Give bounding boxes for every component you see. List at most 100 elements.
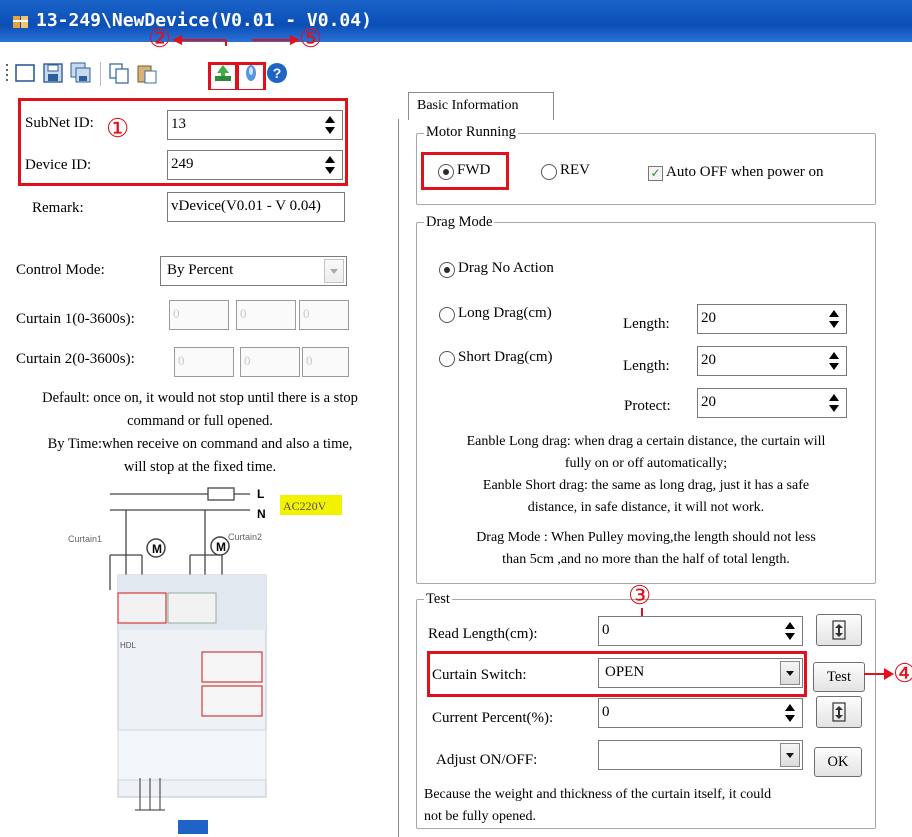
callout-4: ④	[893, 659, 912, 688]
help-icon[interactable]: ?	[266, 62, 288, 84]
curtain2-input-3[interactable]: 0	[302, 347, 349, 377]
short-drag-radio[interactable]	[439, 351, 455, 367]
protect-spinner[interactable]: 20	[697, 388, 847, 418]
note-line: not be fully opened.	[424, 809, 536, 824]
curtain1-input-1[interactable]: 0	[169, 300, 229, 330]
note-line: than 5cm ,and no more than the half of t…	[502, 552, 790, 567]
svg-text:?: ?	[273, 65, 282, 81]
terminal-block-3	[201, 651, 263, 683]
short-length-value: 20	[701, 352, 716, 368]
curtain-switch-select[interactable]: OPEN	[598, 658, 803, 688]
callout-box-2	[208, 62, 238, 92]
motor-1-label: M	[152, 542, 162, 556]
note-line: distance, in safe distance, it will not …	[527, 500, 765, 515]
note-line: command or full opened.	[127, 413, 273, 429]
short-length-label: Length:	[623, 358, 670, 374]
curtain2-input-1[interactable]: 0	[174, 347, 234, 377]
diagram-n-label: N	[257, 507, 266, 521]
read-length-label: Read Length(cm):	[428, 626, 538, 642]
drag-mode-limits-note: Drag Mode : When Pulley moving,the lengt…	[412, 527, 880, 571]
copy-icon[interactable]	[108, 62, 130, 84]
ok-button[interactable]: OK	[814, 747, 862, 777]
save-icon[interactable]	[42, 62, 64, 84]
refresh-icon	[832, 702, 846, 722]
drag-mode-note: Eanble Long drag: when drag a certain di…	[412, 431, 880, 519]
control-mode-note: Default: once on, it would not stop unti…	[0, 387, 400, 479]
note-line: Drag Mode : When Pulley moving,the lengt…	[476, 530, 816, 545]
terminal-block-2	[167, 592, 217, 624]
drag-mode-title: Drag Mode	[424, 214, 495, 231]
tab-basic-information[interactable]: Basic Information	[408, 92, 554, 120]
control-mode-select[interactable]: By Percent	[160, 256, 347, 286]
short-length-spinner[interactable]: 20	[697, 346, 847, 376]
spinner-arrows-icon[interactable]	[828, 351, 840, 371]
callout-5: ⑤	[299, 24, 323, 53]
current-percent-label: Current Percent(%):	[432, 710, 554, 726]
callout-box-5	[236, 62, 266, 92]
note-line: Default: once on, it would not stop unti…	[42, 390, 358, 406]
diagram-ac-label: AC220V	[283, 499, 327, 513]
curtain-switch-value: OPEN	[605, 664, 645, 680]
spinner-arrows-icon[interactable]	[324, 155, 336, 175]
curtain1-input-3[interactable]: 0	[299, 300, 349, 330]
device-id-value: 249	[171, 156, 194, 172]
auto-off-label: Auto OFF when power on	[666, 164, 824, 180]
spinner-arrows-icon[interactable]	[784, 621, 796, 641]
toolbar: ? ② ⑤	[0, 26, 912, 92]
long-drag-radio[interactable]	[439, 307, 455, 323]
module-brand: HDL	[120, 641, 137, 650]
callout-2-arrow	[172, 35, 227, 46]
app-icon	[13, 16, 28, 28]
short-drag-label: Short Drag(cm)	[458, 349, 553, 365]
curtain1-input-2[interactable]: 0	[236, 300, 296, 330]
long-length-spinner[interactable]: 20	[697, 304, 847, 334]
subnet-id-label: SubNet ID:	[25, 115, 94, 131]
terminal-block-4	[201, 685, 263, 717]
note-line: will stop at the fixed time.	[123, 459, 277, 475]
callout-4-arrow	[864, 668, 894, 680]
spinner-arrows-icon[interactable]	[828, 309, 840, 329]
diagram-curtain1-label: Curtain1	[68, 534, 102, 544]
curtain2-label: Curtain 2(0-3600s):	[16, 351, 135, 367]
spinner-arrows-icon[interactable]	[784, 703, 796, 723]
read-length-refresh-button[interactable]	[816, 614, 862, 646]
paste-icon[interactable]	[136, 62, 158, 84]
note-line: By Time:when receive on command and also…	[47, 436, 353, 452]
adjust-onoff-label: Adjust ON/OFF:	[436, 752, 538, 768]
fwd-radio[interactable]	[438, 164, 454, 180]
note-line: fully on or off automatically;	[564, 456, 728, 471]
drag-no-action-label: Drag No Action	[458, 260, 554, 276]
motor-2-label: M	[216, 540, 226, 554]
drag-no-action-radio[interactable]	[439, 262, 455, 278]
read-length-spinner[interactable]: 0	[598, 616, 803, 646]
test-button[interactable]: Test	[813, 662, 865, 692]
curtain1-label: Curtain 1(0-3600s):	[16, 311, 135, 327]
adjust-onoff-select[interactable]	[598, 740, 803, 770]
dropdown-arrow-icon[interactable]	[780, 743, 800, 767]
remark-input[interactable]: vDevice(V0.01 - V 0.04)	[167, 192, 345, 222]
motor-running-title: Motor Running	[424, 124, 518, 141]
spinner-arrows-icon[interactable]	[324, 115, 336, 135]
dropdown-arrow-icon[interactable]	[324, 259, 344, 283]
auto-off-checkbox[interactable]: ✓	[648, 166, 663, 181]
note-line: Because the weight and thickness of the …	[424, 787, 772, 802]
subnet-id-spinner[interactable]: 13	[167, 110, 343, 140]
curtain-switch-label: Curtain Switch:	[432, 667, 527, 683]
current-percent-refresh-button[interactable]	[816, 696, 862, 728]
save-all-icon[interactable]	[70, 62, 92, 84]
device-id-spinner[interactable]: 249	[167, 150, 343, 180]
new-icon[interactable]	[14, 62, 36, 84]
spinner-arrows-icon[interactable]	[828, 393, 840, 413]
refresh-icon	[832, 620, 846, 640]
module-connector	[178, 820, 208, 834]
window-titlebar: 13-249\NewDevice(V0.01 - V0.04)	[0, 0, 912, 42]
current-percent-spinner[interactable]: 0	[598, 698, 803, 728]
diagram-curtain2-label: Curtain2	[228, 532, 262, 542]
rev-radio[interactable]	[541, 164, 557, 180]
current-percent-value: 0	[602, 704, 610, 720]
note-line: Eanble Long drag: when drag a certain di…	[466, 434, 826, 449]
module-lower	[117, 729, 267, 781]
curtain2-input-2[interactable]: 0	[240, 347, 300, 377]
dropdown-arrow-icon[interactable]	[780, 661, 800, 685]
control-mode-value: By Percent	[167, 262, 234, 278]
